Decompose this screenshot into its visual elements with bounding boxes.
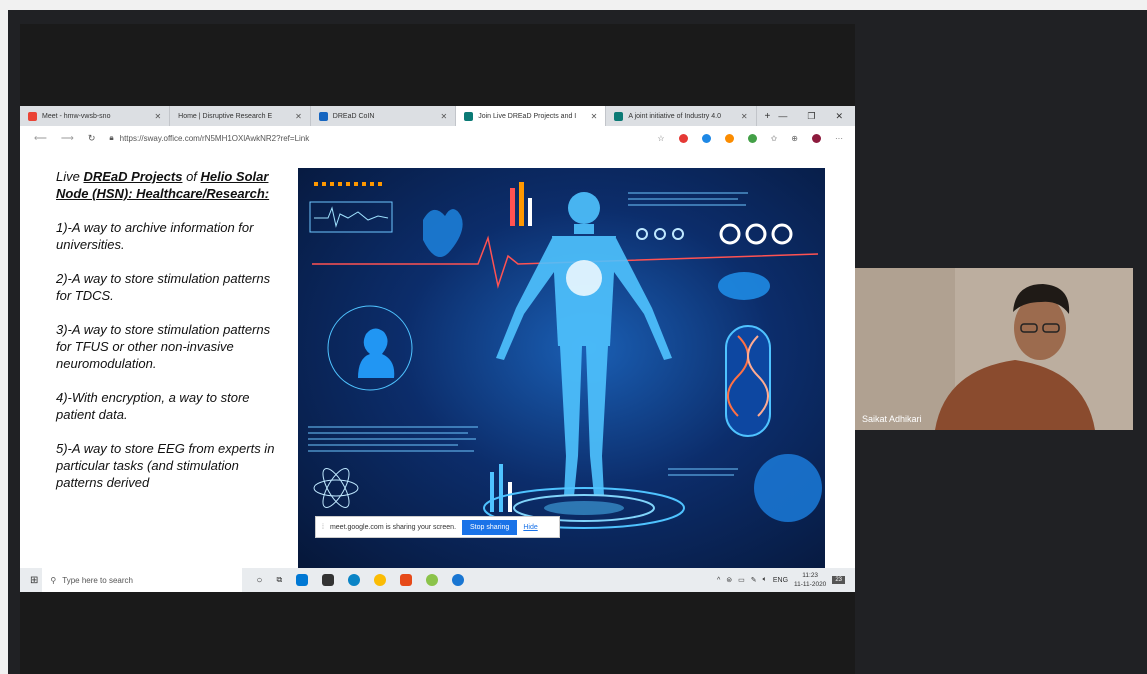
tab-label: A joint initiative of Industry 4.0 xyxy=(628,112,721,120)
store-icon[interactable] xyxy=(322,574,335,586)
extension-icon[interactable] xyxy=(678,133,688,143)
language-indicator[interactable]: ENG xyxy=(773,577,788,584)
extensions: ☆ ✩ ⊕ ··· xyxy=(657,133,855,143)
tab-join-live[interactable]: Join Live DREaD Projects and I ✕ xyxy=(456,106,607,126)
time: 11:23 xyxy=(802,572,819,579)
app-icon[interactable] xyxy=(426,574,439,586)
list-item: 4)-With encryption, a way to store patie… xyxy=(56,390,250,422)
system-tray: ^ ⊜ ▭ ✎ 🔈︎ ENG 11:23 11-11-2020 23 xyxy=(717,571,855,589)
extension-icon[interactable] xyxy=(701,133,711,143)
chrome-icon[interactable] xyxy=(374,574,387,586)
list-item: 2)-A way to store stimulation patterns f… xyxy=(56,271,271,303)
meet-favicon-icon xyxy=(28,111,37,121)
minimize-icon[interactable]: — xyxy=(778,111,787,122)
favorites-icon[interactable]: ✩ xyxy=(771,134,778,143)
back-icon[interactable]: ⟵ xyxy=(34,133,47,144)
office-icon[interactable] xyxy=(400,574,413,586)
close-tab-icon[interactable]: ✕ xyxy=(289,112,302,121)
collections-icon[interactable]: ⊕ xyxy=(791,134,798,143)
list-item: 5)-A way to store EEG from experts in pa… xyxy=(56,441,275,490)
address-bar: ⟵ ⟶ ↻ 🔒︎ https://sway.office.com/rN5MH1O… xyxy=(20,126,855,151)
sway-favicon-icon xyxy=(464,111,474,121)
coin-favicon-icon xyxy=(318,111,328,121)
favorite-star-icon[interactable]: ☆ xyxy=(657,134,664,143)
extension-icon[interactable] xyxy=(747,133,757,143)
lock-icon: 🔒︎ xyxy=(109,133,114,142)
sway-page: Live DREaD Projects of Helio Solar Node … xyxy=(20,150,855,568)
window-controls: — ❐ ✕ xyxy=(778,111,855,122)
taskbar-search[interactable]: ⚲ Type here to search xyxy=(42,568,243,592)
search-placeholder: Type here to search xyxy=(62,575,133,585)
share-message: meet.google.com is sharing your screen. xyxy=(329,523,457,531)
list-item: 3)-A way to store stimulation patterns f… xyxy=(56,322,271,371)
slide-text: Live DREaD Projects of Helio Solar Node … xyxy=(56,168,286,508)
slide-title: Live DREaD Projects of Helio Solar Node … xyxy=(56,169,270,201)
title-link[interactable]: DREaD Projects xyxy=(83,169,182,184)
volume-icon[interactable]: 🔈︎ xyxy=(763,576,767,584)
tab-label: Join Live DREaD Projects and I xyxy=(478,112,577,120)
forward-icon[interactable]: ⟶ xyxy=(61,133,74,144)
participant-tile[interactable] xyxy=(855,268,1133,430)
edge-icon[interactable] xyxy=(348,574,361,586)
list-item: 1)-A way to archive information for univ… xyxy=(56,220,254,252)
pen-icon[interactable]: ✎ xyxy=(751,576,757,584)
tab-label: Home | Disruptive Research E xyxy=(178,112,273,120)
drag-handle-icon[interactable]: ⁞ xyxy=(322,524,324,531)
close-tab-icon[interactable]: ✕ xyxy=(148,112,161,121)
tab-home[interactable]: Home | Disruptive Research E ✕ xyxy=(170,106,311,126)
stop-sharing-button[interactable]: Stop sharing xyxy=(462,519,518,535)
extension-icon[interactable] xyxy=(724,133,734,143)
date: 11-11-2020 xyxy=(794,581,827,588)
clock[interactable]: 11:23 11-11-2020 xyxy=(794,571,826,589)
edge-new-icon[interactable] xyxy=(452,574,465,586)
close-tab-icon[interactable]: ✕ xyxy=(435,112,448,121)
tab-label: DREaD CoIN xyxy=(332,112,375,120)
slide-image xyxy=(298,168,825,568)
task-view-icon[interactable]: ⧉ xyxy=(276,575,282,585)
participant-name: Saikat Adhikari xyxy=(862,414,922,424)
battery-icon[interactable]: ▭ xyxy=(738,576,745,584)
tab-meet[interactable]: Meet - hmw-vwsb-sno ✕ xyxy=(20,106,171,126)
network-icon[interactable]: ⊜ xyxy=(726,576,732,584)
tab-joint-initiative[interactable]: A joint initiative of Industry 4.0 ✕ xyxy=(606,106,757,126)
browser-tab-bar: Meet - hmw-vwsb-sno ✕ Home | Disruptive … xyxy=(20,106,855,126)
refresh-icon[interactable]: ↻ xyxy=(88,133,96,144)
healthcare-illustration xyxy=(308,182,822,529)
close-tab-icon[interactable]: ✕ xyxy=(735,112,748,121)
cortana-icon[interactable]: ○ xyxy=(256,575,262,586)
new-tab-button[interactable]: + xyxy=(757,111,779,122)
chevron-up-icon[interactable]: ^ xyxy=(717,577,720,584)
search-icon: ⚲ xyxy=(50,575,57,585)
notification-icon[interactable]: 23 xyxy=(832,576,845,584)
participant-video xyxy=(855,268,1133,430)
windows-taskbar: ⊞ ⚲ Type here to search ○ ⧉ ^ ⊜ ▭ ✎ 🔈︎ E… xyxy=(20,568,855,592)
tab-dread-coin[interactable]: DREaD CoIN ✕ xyxy=(311,106,457,126)
profile-avatar[interactable] xyxy=(812,133,821,143)
more-icon[interactable]: ··· xyxy=(835,134,843,143)
tab-label: Meet - hmw-vwsb-sno xyxy=(42,112,111,120)
screen-share-bar: ⁞ meet.google.com is sharing your screen… xyxy=(315,516,560,538)
close-window-icon[interactable]: ✕ xyxy=(835,111,843,122)
sway-favicon-icon xyxy=(614,111,624,121)
nav-buttons: ⟵ ⟶ ↻ xyxy=(20,133,109,144)
maximize-icon[interactable]: ❐ xyxy=(807,111,815,122)
mail-icon[interactable] xyxy=(296,574,309,586)
close-tab-icon[interactable]: ✕ xyxy=(585,112,598,121)
hide-link[interactable]: Hide xyxy=(523,524,537,531)
url-field[interactable]: https://sway.office.com/rN5MH1OXlAwkNR2?… xyxy=(120,134,310,143)
windows-start-icon[interactable]: ⊞ xyxy=(30,575,38,586)
